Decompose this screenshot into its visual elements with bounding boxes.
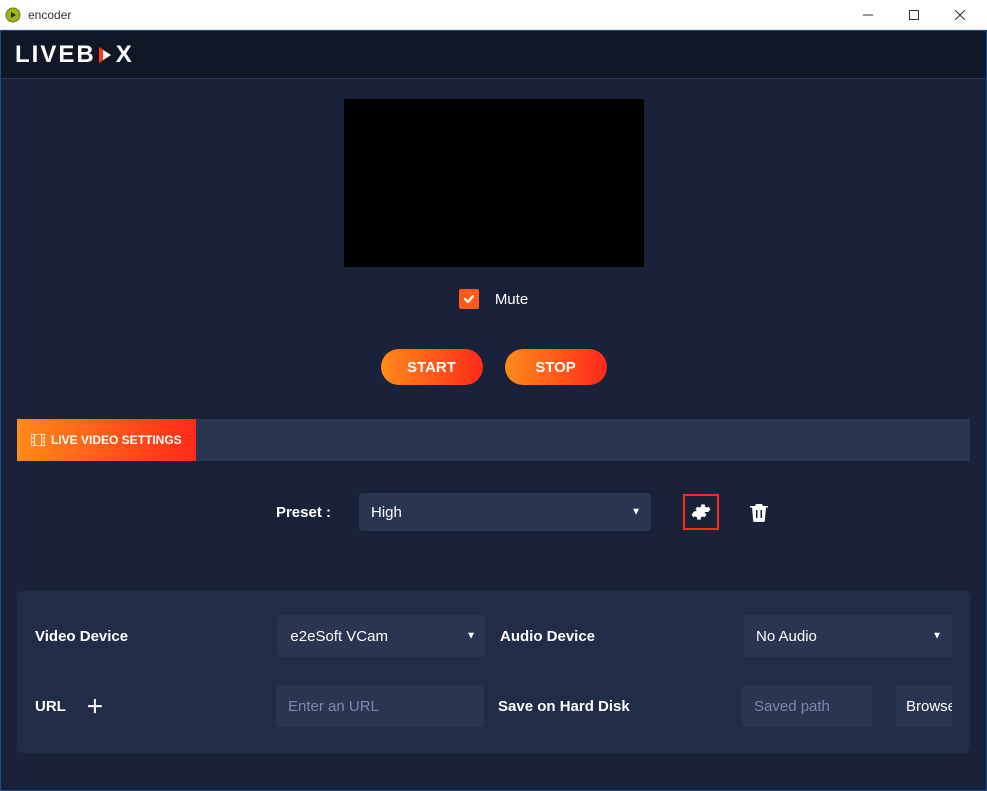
stop-button[interactable]: STOP bbox=[505, 349, 607, 385]
titlebar: encoder bbox=[0, 0, 987, 30]
chevron-down-icon: ▼ bbox=[932, 631, 942, 642]
browse-button[interactable]: Browse bbox=[896, 685, 952, 727]
preset-row: Preset : High ▼ bbox=[17, 493, 970, 531]
maximize-button[interactable] bbox=[891, 0, 937, 30]
start-button[interactable]: START bbox=[381, 349, 483, 385]
url-input[interactable] bbox=[276, 685, 484, 727]
video-preview bbox=[344, 99, 644, 267]
check-icon bbox=[462, 292, 476, 306]
app-body: LIVEB X Mute START bbox=[0, 30, 987, 791]
close-button[interactable] bbox=[937, 0, 983, 30]
device-row-1: Video Device e2eSoft VCam ▼ Audio Device… bbox=[35, 615, 952, 657]
brand-text-2: X bbox=[116, 41, 134, 69]
tab-label: LIVE VIDEO SETTINGS bbox=[51, 433, 182, 447]
gear-icon bbox=[691, 502, 711, 522]
brand-text-1: LIVEB bbox=[15, 41, 96, 69]
audio-device-value: No Audio bbox=[756, 628, 817, 645]
preset-label: Preset : bbox=[17, 504, 337, 521]
content: Mute START STOP LIVE VIDEO SETTINGS bbox=[1, 79, 986, 790]
url-label-group: URL ＋ bbox=[35, 693, 262, 719]
action-row: START STOP bbox=[381, 349, 607, 385]
brand-bar: LIVEB X bbox=[1, 31, 986, 79]
window-controls bbox=[845, 0, 983, 30]
chevron-down-icon: ▼ bbox=[466, 631, 476, 642]
preview-area: Mute START STOP bbox=[17, 99, 970, 385]
preset-settings-button[interactable] bbox=[683, 494, 719, 530]
preset-select[interactable]: High ▼ bbox=[359, 493, 651, 531]
app-icon bbox=[4, 6, 22, 24]
video-device-value: e2eSoft VCam bbox=[290, 628, 388, 645]
preset-delete-button[interactable] bbox=[741, 494, 777, 530]
brand-logo: LIVEB X bbox=[15, 41, 134, 69]
audio-device-select[interactable]: No Audio ▼ bbox=[744, 615, 952, 657]
chevron-down-icon: ▼ bbox=[631, 507, 641, 518]
film-icon bbox=[31, 434, 45, 446]
save-label: Save on Hard Disk bbox=[498, 698, 728, 715]
save-path-input[interactable] bbox=[742, 685, 872, 727]
tab-bar: LIVE VIDEO SETTINGS bbox=[17, 419, 970, 461]
brand-play-icon bbox=[97, 44, 115, 66]
mute-checkbox[interactable] bbox=[459, 289, 479, 309]
mute-label: Mute bbox=[495, 291, 528, 308]
mute-row: Mute bbox=[459, 289, 528, 309]
add-url-button[interactable]: ＋ bbox=[86, 693, 104, 719]
audio-device-label: Audio Device bbox=[500, 628, 730, 645]
minimize-button[interactable] bbox=[845, 0, 891, 30]
device-panel: Video Device e2eSoft VCam ▼ Audio Device… bbox=[17, 591, 970, 753]
video-device-select[interactable]: e2eSoft VCam ▼ bbox=[278, 615, 486, 657]
preset-value: High bbox=[371, 504, 402, 521]
device-row-2: URL ＋ Save on Hard Disk Browse bbox=[35, 685, 952, 727]
tab-live-video-settings[interactable]: LIVE VIDEO SETTINGS bbox=[17, 419, 196, 461]
trash-icon bbox=[750, 502, 768, 522]
window-title: encoder bbox=[28, 8, 845, 22]
url-label: URL bbox=[35, 698, 66, 715]
video-device-label: Video Device bbox=[35, 628, 264, 645]
